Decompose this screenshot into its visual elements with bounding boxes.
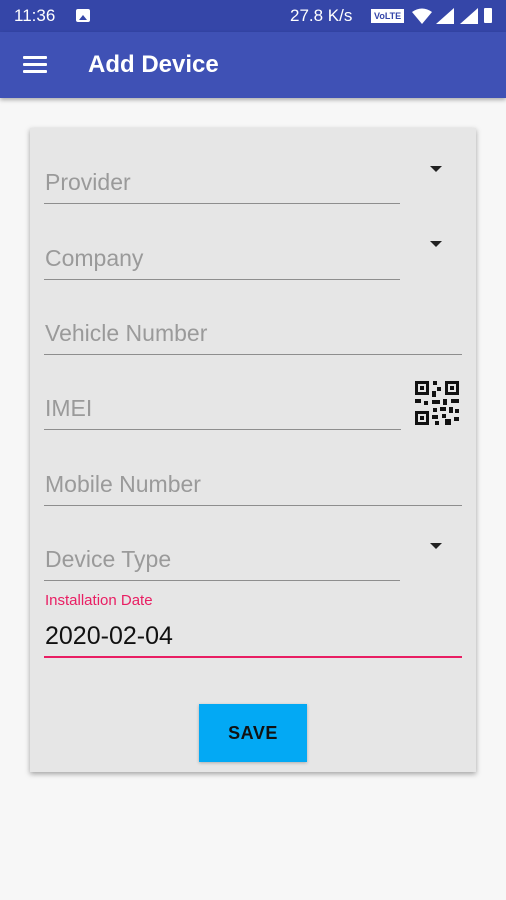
company-placeholder: Company bbox=[45, 245, 144, 271]
signal-icon bbox=[436, 8, 454, 24]
provider-underline bbox=[44, 203, 400, 204]
company-dropdown[interactable]: Company bbox=[44, 242, 400, 282]
mobile-number-placeholder: Mobile Number bbox=[45, 471, 201, 497]
page-title: Add Device bbox=[88, 51, 219, 78]
device-type-placeholder: Device Type bbox=[45, 546, 172, 572]
signal-icon bbox=[460, 8, 478, 24]
vehicle-number-input[interactable]: Vehicle Number bbox=[44, 317, 462, 357]
installation-date-label: Installation Date bbox=[45, 592, 153, 609]
vehicle-number-underline bbox=[44, 354, 462, 355]
wifi-icon bbox=[412, 8, 432, 24]
device-type-underline bbox=[44, 580, 400, 581]
installation-date-underline bbox=[44, 656, 462, 658]
company-underline bbox=[44, 279, 400, 280]
imei-underline bbox=[44, 429, 401, 430]
qr-code-icon[interactable] bbox=[415, 381, 459, 425]
status-time: 11:36 bbox=[14, 6, 56, 25]
mobile-number-input[interactable]: Mobile Number bbox=[44, 468, 462, 508]
network-speed: 27.8 K/s bbox=[290, 6, 353, 25]
imei-placeholder: IMEI bbox=[45, 395, 93, 421]
provider-dropdown[interactable]: Provider bbox=[44, 166, 400, 206]
imei-input[interactable]: IMEI bbox=[44, 392, 401, 432]
chevron-down-icon[interactable] bbox=[430, 166, 442, 172]
installation-date-input[interactable]: 2020-02-04 bbox=[45, 622, 173, 651]
chevron-down-icon[interactable] bbox=[430, 241, 442, 247]
mobile-number-underline bbox=[44, 505, 462, 506]
add-device-form: Provider Company Vehicle Number IMEI Mob… bbox=[30, 128, 476, 772]
app-bar: Add Device bbox=[0, 32, 506, 98]
provider-placeholder: Provider bbox=[45, 169, 131, 195]
battery-icon bbox=[484, 8, 492, 23]
chevron-down-icon[interactable] bbox=[430, 543, 442, 549]
hamburger-menu-icon[interactable] bbox=[23, 56, 47, 74]
status-bar: 11:36 27.8 K/s VoLTE bbox=[0, 0, 506, 32]
save-button[interactable]: SAVE bbox=[199, 704, 307, 762]
vehicle-number-placeholder: Vehicle Number bbox=[45, 320, 208, 346]
volte-icon: VoLTE bbox=[371, 9, 405, 23]
device-type-dropdown[interactable]: Device Type bbox=[44, 543, 400, 583]
image-notification-icon bbox=[76, 9, 90, 22]
